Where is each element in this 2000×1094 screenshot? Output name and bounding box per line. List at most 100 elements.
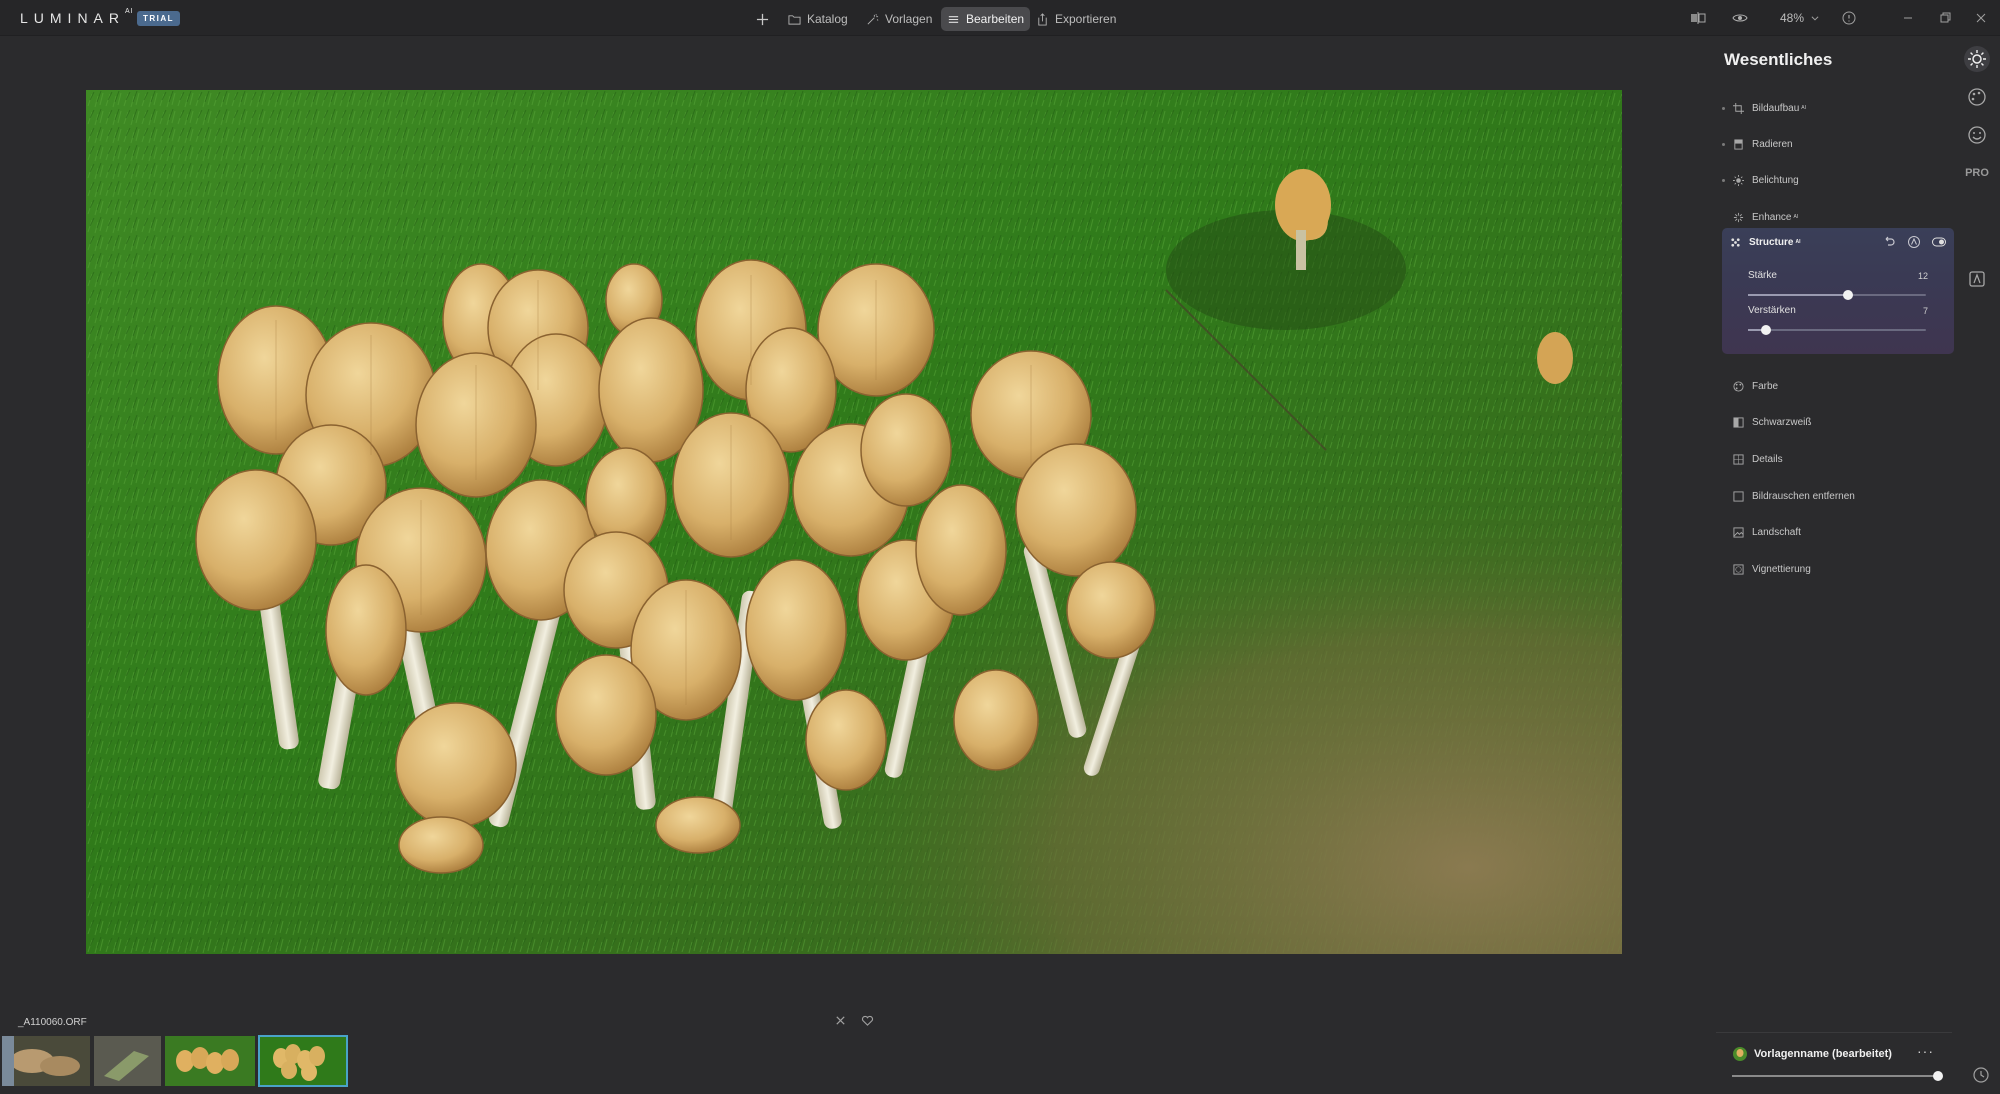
tool-details[interactable]: Details — [1722, 449, 1952, 469]
heart-icon[interactable] — [861, 1014, 874, 1027]
tool-bildrauschen-entfernen[interactable]: Bildrauschen entfernen — [1722, 486, 1952, 506]
reject-icon[interactable] — [834, 1014, 847, 1027]
help-icon — [1842, 11, 1856, 25]
preset-amount-slider[interactable] — [1732, 1071, 1943, 1081]
verstaerken-slider[interactable] — [1748, 325, 1926, 335]
tool-farbe[interactable]: Farbe — [1722, 376, 1952, 396]
minimize-icon — [1904, 17, 1912, 19]
status-dot — [1722, 178, 1725, 182]
compare-icon — [1691, 12, 1706, 24]
status-dot — [1722, 142, 1725, 146]
palette-icon — [1733, 380, 1744, 392]
landscape-icon — [1733, 526, 1744, 538]
structure-icon — [1731, 237, 1740, 247]
thumbnail-image — [94, 1036, 161, 1086]
canvas-area[interactable] — [0, 36, 1712, 1006]
app-logo: LUMINARAI — [20, 8, 134, 26]
help-button[interactable] — [1841, 10, 1857, 26]
staerke-slider-handle[interactable] — [1842, 290, 1853, 300]
vignette-icon — [1733, 563, 1744, 575]
export-icon — [1038, 12, 1047, 26]
tab-vorlagen[interactable]: Vorlagen — [860, 7, 938, 31]
sun-icon — [1968, 50, 1986, 68]
tab-bearbeiten[interactable]: Bearbeiten — [941, 7, 1031, 31]
staerke-slider-fill — [1748, 294, 1848, 296]
staerke-label: Stärke — [1748, 270, 1777, 281]
compare-button[interactable] — [1690, 10, 1706, 26]
preset-bar: Vorlagenname (bearbeitet) ··· — [1716, 1032, 1952, 1094]
restore-icon — [1940, 12, 1951, 23]
trial-badge: TRIAL — [137, 11, 181, 26]
magic-wand-icon — [867, 13, 879, 24]
thumbnail[interactable] — [165, 1036, 255, 1086]
add-photos-button[interactable] — [752, 7, 773, 31]
undo-icon[interactable] — [1882, 235, 1896, 249]
preset-thumbnail-icon — [1733, 1047, 1747, 1061]
tool-enhance[interactable]: Enhance AI — [1722, 207, 1952, 227]
mask-icon[interactable] — [1907, 235, 1921, 249]
thumbnail-image — [2, 1036, 90, 1086]
preset-name: Vorlagenname (bearbeitet) — [1754, 1048, 1892, 1060]
smiley-icon — [1968, 126, 1986, 144]
tool-radieren[interactable]: Radieren — [1722, 134, 1952, 154]
tab-exportieren[interactable]: Exportieren — [1030, 7, 1122, 31]
edit-panel: Wesentliches Bildaufbau AI Radieren Belic… — [1712, 36, 1956, 1094]
tool-landschaft[interactable]: Landschaft — [1722, 522, 1952, 542]
history-icon[interactable] — [1972, 1066, 1990, 1084]
category-essentials[interactable] — [1964, 46, 1990, 72]
sliders-icon — [948, 15, 959, 23]
staerke-value: 12 — [1917, 271, 1928, 281]
mushroom-photo — [86, 90, 1622, 954]
palette-icon — [1968, 88, 1986, 106]
structure-actions — [1882, 235, 1946, 249]
tool-category-bar: PRO — [1956, 36, 2000, 1094]
eye-icon — [1732, 14, 1748, 22]
plus-icon — [756, 13, 769, 25]
tool-belichtung[interactable]: Belichtung — [1722, 170, 1952, 190]
verstaerken-label: Verstärken — [1748, 305, 1796, 316]
folder-icon — [788, 14, 801, 25]
chevron-down-icon — [1811, 16, 1819, 21]
thumbnail-image — [259, 1036, 347, 1086]
panel-title: Wesentliches — [1724, 50, 1833, 69]
tool-bildaufbau[interactable]: Bildaufbau AI — [1722, 98, 1952, 118]
tool-vignettierung[interactable]: Vignettierung — [1722, 559, 1952, 579]
tab-katalog[interactable]: Katalog — [782, 7, 854, 31]
crop-icon — [1733, 102, 1744, 114]
details-icon — [1733, 453, 1744, 465]
verstaerken-value: 7 — [1922, 306, 1928, 316]
verstaerken-slider-handle[interactable] — [1760, 325, 1771, 335]
structure-tool-card: Structure AI Stärke 12 Verstärken 7 — [1722, 228, 1954, 354]
tool-schwarzweiss[interactable]: Schwarzweiß — [1722, 412, 1952, 432]
zoom-dropdown[interactable]: 48% — [1780, 10, 1820, 26]
visibility-toggle-icon[interactable] — [1932, 235, 1946, 249]
sun-icon — [1733, 174, 1744, 186]
category-creative[interactable] — [1966, 86, 1988, 108]
film-actions — [834, 1014, 874, 1027]
preset-more-button[interactable]: ··· — [1917, 1043, 1934, 1059]
thumbnail[interactable] — [94, 1036, 161, 1086]
preset-amount-handle[interactable] — [1932, 1071, 1943, 1081]
sparkle-icon — [1733, 212, 1744, 222]
maximize-button[interactable] — [1937, 10, 1953, 26]
category-portrait[interactable] — [1966, 124, 1988, 146]
top-bar: LUMINARAI TRIAL Katalog Vorlagen Bearbei… — [0, 0, 2000, 36]
filmstrip — [2, 1035, 348, 1088]
current-filename: _A110060.ORF — [18, 1017, 87, 1028]
thumbnail[interactable] — [2, 1036, 90, 1086]
category-canvas[interactable] — [1966, 268, 1988, 290]
denoise-icon — [1733, 490, 1744, 502]
thumbnail-image — [165, 1036, 255, 1086]
preview-button[interactable] — [1732, 10, 1748, 26]
minimize-button[interactable] — [1900, 10, 1916, 26]
staerke-slider[interactable] — [1748, 290, 1926, 300]
close-icon — [1976, 13, 1986, 23]
category-pro[interactable]: PRO — [1965, 162, 1989, 184]
eraser-icon — [1734, 138, 1743, 150]
close-button[interactable] — [1973, 10, 1989, 26]
thumbnail-selected[interactable] — [258, 1035, 348, 1087]
photo-canvas[interactable] — [86, 90, 1622, 954]
bw-icon — [1733, 416, 1744, 428]
canvas-icon — [1969, 271, 1985, 287]
status-dot — [1722, 106, 1725, 110]
